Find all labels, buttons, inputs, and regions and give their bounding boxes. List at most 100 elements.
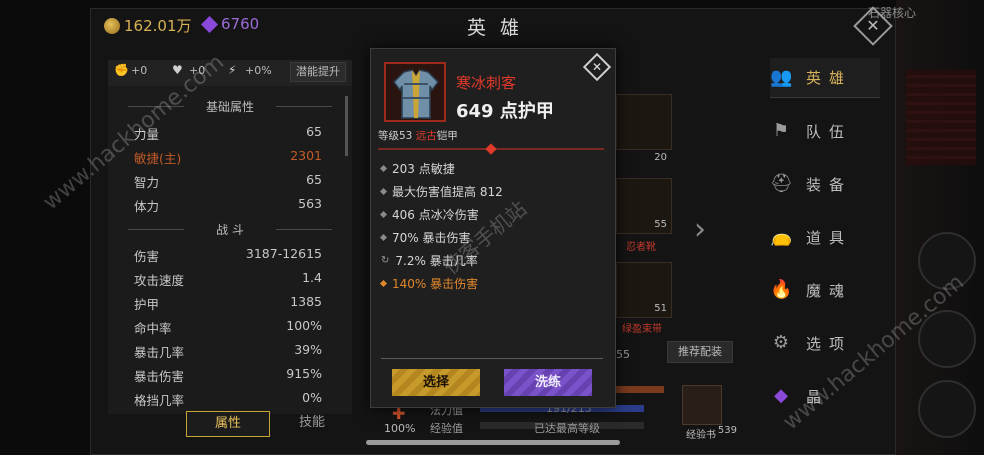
attribute-text: 140% 暴击伤害 xyxy=(392,277,479,291)
slot-level: 55 xyxy=(654,219,667,230)
bag-icon: 👝 xyxy=(770,226,793,247)
select-button[interactable]: 选择 xyxy=(392,369,480,396)
exp-book-label: 经验书 xyxy=(686,430,716,441)
stat-value: 3187-12615 xyxy=(245,246,322,261)
recommend-loadout-button[interactable]: 推荐配装 xyxy=(667,341,733,363)
stat-label: 伤害 xyxy=(134,249,160,264)
potential-upgrade-button[interactable]: 潜能提升 xyxy=(290,62,346,82)
horizontal-scrollbar[interactable] xyxy=(366,440,620,445)
equipment-slot-boots[interactable]: 55 xyxy=(616,178,672,234)
chip-value: +0% xyxy=(245,64,272,77)
tab-skills[interactable]: 技能 xyxy=(282,411,342,437)
chip-strength-bonus: ✊ +0 xyxy=(114,63,148,78)
coin-amount: 162.01万 xyxy=(124,17,192,35)
menu-item-soul[interactable]: 🔥 魔魂 xyxy=(770,270,880,310)
bullet-icon xyxy=(379,164,388,173)
scene-decoration xyxy=(906,70,976,165)
exp-book-item[interactable]: 539 xyxy=(682,385,737,436)
stat-row: 暴击几率 39% xyxy=(134,342,322,360)
item-attribute: 203 点敏捷 xyxy=(379,160,455,177)
item-icon-frame xyxy=(384,62,446,122)
coin-counter: 162.01万 xyxy=(104,15,192,36)
chip-value: +0 xyxy=(131,64,148,77)
equipment-slot-belt[interactable]: 51 xyxy=(616,262,672,318)
flag-icon: ⚑ xyxy=(772,120,790,141)
fist-icon: ✊ xyxy=(114,63,129,77)
stat-value: 2301 xyxy=(290,148,322,163)
refresh-icon: ↻ xyxy=(381,255,390,266)
scene-circle xyxy=(918,380,976,438)
close-icon: ✕ xyxy=(591,60,603,74)
stat-label: 智力 xyxy=(134,175,160,190)
item-attribute: 406 点冰冷伤害 xyxy=(379,206,479,223)
gem-icon xyxy=(201,15,218,33)
close-icon: ✕ xyxy=(866,16,880,35)
stat-row: 力量 65 xyxy=(134,124,322,142)
item-attribute: 最大伤害值提高 812 xyxy=(379,183,503,200)
gem-counter: 6760 xyxy=(201,15,260,33)
flame-icon: 🔥 xyxy=(770,279,793,300)
gear-icon: ⚙ xyxy=(772,332,790,353)
menu-label: 选项 xyxy=(806,334,853,353)
stat-row: 命中率 100% xyxy=(134,318,322,336)
stat-label: 敏捷(主) xyxy=(134,151,182,166)
stat-row: 伤害 3187-12615 xyxy=(134,246,322,264)
next-arrow-icon[interactable]: › xyxy=(694,212,706,247)
item-name: 寒冰刺客 xyxy=(456,74,517,92)
item-type: 铠甲 xyxy=(436,130,458,142)
background-scene xyxy=(896,0,984,455)
stat-row: 护甲 1385 xyxy=(134,294,322,312)
attribute-text: 203 点敏捷 xyxy=(392,162,455,176)
lightning-icon: ⚡ xyxy=(228,63,237,77)
partial-number: 55 xyxy=(616,348,630,361)
menu-label: 装备 xyxy=(806,175,853,194)
stat-row: 智力 65 xyxy=(134,172,322,190)
chip-energy-bonus: ⚡ +0% xyxy=(228,63,272,78)
combat-heading: 战 斗 xyxy=(120,221,340,238)
menu-label: 英雄 xyxy=(806,69,853,87)
attribute-text: 406 点冰冷伤害 xyxy=(392,208,479,222)
equipment-slot-helmet[interactable]: 20 xyxy=(616,94,672,163)
slot-level: 51 xyxy=(654,303,667,314)
menu-item-team[interactable]: ⚑ 队伍 xyxy=(770,111,880,151)
page-title: 英 雄 xyxy=(466,17,524,39)
stat-value: 1.4 xyxy=(302,270,322,285)
gem-amount: 6760 xyxy=(221,15,260,33)
stat-value: 39% xyxy=(294,342,322,357)
helmet-icon: ⛑ xyxy=(770,173,793,194)
item-level-line: 等级53 远古铠甲 xyxy=(378,128,458,143)
book-count: 539 xyxy=(717,425,737,436)
menu-label: 魔魂 xyxy=(806,281,853,300)
stat-value: 915% xyxy=(286,366,322,381)
menu-item-items[interactable]: 👝 道具 xyxy=(770,217,880,257)
bullet-icon xyxy=(379,279,388,288)
stat-row: 体力 563 xyxy=(134,196,322,214)
stat-value: 0% xyxy=(302,390,322,405)
bullet-icon xyxy=(379,210,388,219)
menu-label: 队伍 xyxy=(806,122,853,141)
stat-value: 100% xyxy=(286,318,322,333)
menu-label: 道具 xyxy=(806,228,853,247)
stat-value: 1385 xyxy=(290,294,322,309)
divider xyxy=(381,358,603,359)
menu-item-equipment[interactable]: ⛑ 装备 xyxy=(770,164,880,204)
coin-icon xyxy=(104,17,120,34)
stat-row: 敏捷(主) 2301 xyxy=(134,148,322,166)
stat-label: 攻击速度 xyxy=(134,273,185,288)
bullet-icon xyxy=(379,187,388,196)
tab-attributes[interactable]: 属性 xyxy=(186,411,270,437)
stat-label: 暴击伤害 xyxy=(134,369,185,384)
stat-row: 暴击伤害 915% xyxy=(134,366,322,384)
stat-label: 格挡几率 xyxy=(134,393,185,408)
exp-value: 已达最高等级 xyxy=(534,422,600,435)
armor-icon xyxy=(393,69,439,119)
item-armor-value: 649 点护甲 xyxy=(456,101,554,122)
reforge-button[interactable]: 洗练 xyxy=(504,369,592,396)
item-attribute-legendary: 140% 暴击伤害 xyxy=(379,275,479,292)
crystal-icon: ◆ xyxy=(774,385,788,406)
stats-scrollbar[interactable] xyxy=(345,96,348,156)
menu-item-hero[interactable]: 👥 英雄 xyxy=(770,58,880,98)
item-level: 等级53 xyxy=(378,130,413,142)
percent-value: 100% xyxy=(384,422,416,435)
stat-value: 563 xyxy=(298,196,322,211)
